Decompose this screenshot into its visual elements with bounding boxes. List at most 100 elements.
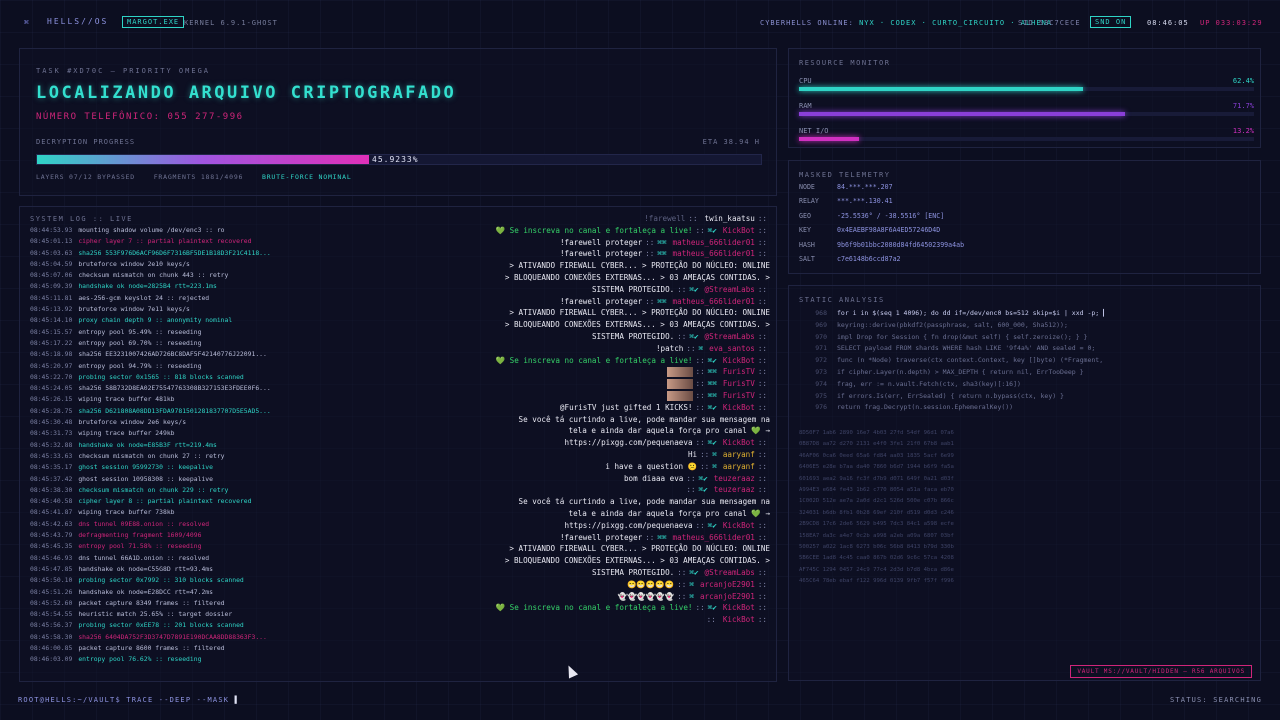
log-line: 08:45:43.79 defragmenting fragment 1609/4… bbox=[30, 530, 300, 541]
separator: :: bbox=[695, 225, 705, 235]
chat-username[interactable]: matheus_666lider01 bbox=[673, 238, 755, 247]
resource-monitor-panel: RESOURCE MONITOR CPU 62.4% RAM 71.7% NET I/O… bbox=[788, 48, 1261, 148]
chat-username[interactable]: FurisTV bbox=[723, 367, 755, 376]
log-message: cipher layer 7 :: partial plaintext reco… bbox=[78, 237, 252, 246]
hex-line: 500257 a022 1ac8 6273 b06c 56b8 8413 b79… bbox=[799, 543, 954, 550]
log-time: 08:45:30.48 bbox=[30, 418, 73, 427]
chat-username[interactable]: eva_santos bbox=[709, 344, 755, 353]
resource-value: 13.2% bbox=[1232, 127, 1254, 135]
separator: :: bbox=[695, 438, 705, 448]
chat-username[interactable]: KickBot bbox=[723, 226, 755, 235]
log-time: 08:44:53.93 bbox=[30, 226, 73, 234]
log-line: 08:45:14.10 proxy chain depth 9 :: anonym… bbox=[30, 315, 300, 326]
log-message: entropy pool 69.70% :: reseeding bbox=[78, 338, 202, 347]
log-time: 08:45:54.55 bbox=[30, 610, 73, 619]
chat-message: @FurisTV just gifted 1 KICKS!:: ⌘✔ KickBot… bbox=[300, 402, 770, 414]
chat-username[interactable]: KickBot bbox=[723, 403, 755, 412]
telemetry-key: HASH bbox=[799, 240, 815, 249]
chat-text: 👻👻👻👻👻👻 bbox=[617, 591, 675, 601]
chat-text: i have a question 😕 bbox=[605, 461, 698, 471]
line-number: 968 bbox=[815, 309, 827, 317]
chat-message: !farewell proteger:: ⌘⌘ matheus_666lider01… bbox=[300, 248, 770, 260]
chat-username[interactable]: KickBot bbox=[723, 438, 755, 447]
bottom-bar: ROOT@HELLS:~/VAULT$ TRACE --DEEP --MASK … bbox=[0, 690, 1280, 710]
chat-username[interactable]: arcanjoE2901 bbox=[700, 580, 755, 589]
log-line: 08:45:51.26 handshake ok node=E28DCC rtt=… bbox=[30, 587, 300, 598]
log-line: 08:45:56.37 probing sector 0xEE78 :: 201 … bbox=[30, 620, 300, 631]
log-line: 08:45:28.75 sha256 D621808A08DD13FDA97815… bbox=[30, 406, 300, 417]
separator: :: bbox=[686, 343, 696, 353]
separator: :: bbox=[677, 579, 687, 589]
chat-text: https://pixgg.com/pequenaeva bbox=[564, 438, 693, 448]
sound-toggle[interactable]: SND ON bbox=[1090, 16, 1132, 28]
chat-username[interactable]: @StreamLabs bbox=[705, 285, 755, 294]
badge-icon: ⌘✔ bbox=[689, 567, 699, 577]
chat-username[interactable]: teuzeraaz bbox=[714, 474, 755, 483]
line-number: 969 bbox=[815, 320, 827, 329]
log-line: 08:45:09.39 handshake ok node=2825B4 rtt=… bbox=[30, 281, 300, 292]
chat-username[interactable]: twin_kaatsu bbox=[705, 214, 755, 223]
chat-text: > BLOQUEANDO CONEXÕES EXTERNAS... > 03 A… bbox=[504, 556, 770, 566]
vault-path-badge[interactable]: VAULT MS://VAULT/HIDDEN — R56 ARQUIVOS bbox=[1070, 665, 1252, 678]
chat-username[interactable]: FurisTV bbox=[723, 379, 755, 388]
chat-username[interactable]: @StreamLabs bbox=[705, 568, 755, 577]
chat-username[interactable]: @StreamLabs bbox=[705, 332, 755, 341]
system-log-lines[interactable]: 08:44:53.93 mounting shadow volume /dev/e… bbox=[30, 225, 300, 681]
terminal-prompt[interactable]: ROOT@HELLS:~/VAULT$ TRACE --DEEP --MASK … bbox=[18, 696, 240, 704]
badge-icon: ⌘ bbox=[689, 591, 694, 601]
chat-message: > ATIVANDO FIREWALL CYBER... > PROTEÇÃO … bbox=[300, 260, 770, 272]
chat-text: 😁😁😁😁😁 bbox=[626, 579, 675, 589]
chat-text: > BLOQUEANDO CONEXÕES EXTERNAS... > 03 A… bbox=[504, 272, 770, 282]
log-time: 08:45:09.39 bbox=[30, 282, 73, 291]
log-message: probing sector 0xEE78 :: 201 blocks scan… bbox=[78, 621, 244, 630]
chat-username[interactable]: aaryanf bbox=[723, 450, 755, 459]
resource-track bbox=[799, 137, 1254, 141]
line-number: 974 bbox=[815, 379, 827, 388]
chat-message: i have a question 😕:: ⌘ aaryanf:: bbox=[300, 461, 770, 473]
chat-text: !farewell proteger bbox=[559, 237, 643, 247]
resource-row: RAM 71.7% bbox=[799, 102, 1254, 116]
chat-username[interactable]: matheus_666lider01 bbox=[673, 297, 755, 306]
log-line: 08:45:15.57 entropy pool 95.49% :: reseed… bbox=[30, 327, 300, 338]
chat-message: !patch:: ⌘ eva_santos:: bbox=[300, 343, 770, 355]
chat-username[interactable]: KickBot bbox=[723, 603, 755, 612]
process-badge[interactable]: MARGOT.EXE bbox=[122, 16, 185, 28]
live-chat[interactable]: !farewell:: twin_kaatsu:: 💚 Se inscreva no… bbox=[300, 213, 770, 681]
telemetry-value: 84.***.***.207 bbox=[837, 183, 893, 191]
chat-username[interactable]: teuzeraaz bbox=[714, 485, 755, 494]
separator: :: bbox=[757, 379, 767, 389]
separator: :: bbox=[695, 367, 705, 377]
log-message: entropy pool 95.49% :: reseeding bbox=[78, 327, 202, 336]
chat-username[interactable]: KickBot bbox=[723, 521, 755, 530]
log-line: 08:45:30.48 bruteforce window 2e6 keys/s bbox=[30, 417, 300, 428]
chat-username[interactable]: arcanjoE2901 bbox=[700, 592, 755, 601]
chat-username[interactable]: KickBot bbox=[723, 356, 755, 365]
line-number: 973 bbox=[815, 367, 827, 376]
log-time: 08:45:07.06 bbox=[30, 271, 73, 280]
resource-row: NET I/O 13.2% bbox=[799, 127, 1254, 141]
chat-message: 💚 Se inscreva no canal e fortaleça a liv… bbox=[300, 355, 770, 367]
line-number: 970 bbox=[815, 332, 827, 341]
badge-icon: ⌘✔ bbox=[689, 331, 699, 341]
status-text: STATUS: SEARCHING bbox=[1169, 696, 1262, 704]
chat-text: > ATIVANDO FIREWALL CYBER... > PROTEÇÃO … bbox=[509, 544, 770, 554]
separator: :: bbox=[757, 567, 767, 577]
log-time: 08:45:50.10 bbox=[30, 576, 73, 585]
log-time: 08:45:03.63 bbox=[30, 248, 73, 257]
chat-message: Se você tá curtindo a live, pode mandar … bbox=[300, 496, 770, 508]
chat-username[interactable]: aaryanf bbox=[723, 462, 755, 471]
separator: :: bbox=[757, 449, 767, 459]
log-line: 08:45:13.92 bruteforce window 7e11 keys/s bbox=[30, 304, 300, 315]
chat-username[interactable]: FurisTV bbox=[723, 391, 755, 400]
chat-username[interactable]: matheus_666lider01 bbox=[673, 249, 755, 258]
log-line: 08:45:32.88 handshake ok node=E85B3F rtt=… bbox=[30, 440, 300, 451]
badge-icon: ⌘✔ bbox=[707, 402, 717, 412]
chat-username[interactable]: matheus_666lider01 bbox=[673, 533, 755, 542]
chat-username[interactable]: KickBot bbox=[723, 615, 755, 624]
static-analysis-title: STATIC ANALYSIS bbox=[799, 296, 885, 304]
code-text: return frag.Decrypt(n.session.EphemeralK… bbox=[837, 403, 1014, 412]
telemetry-row: GEO -25.5536° / -38.5516° [ENC] bbox=[799, 212, 944, 220]
separator: :: bbox=[757, 485, 767, 495]
separator: :: bbox=[695, 379, 705, 389]
badge-icon: ⌘⌘ bbox=[707, 379, 717, 389]
